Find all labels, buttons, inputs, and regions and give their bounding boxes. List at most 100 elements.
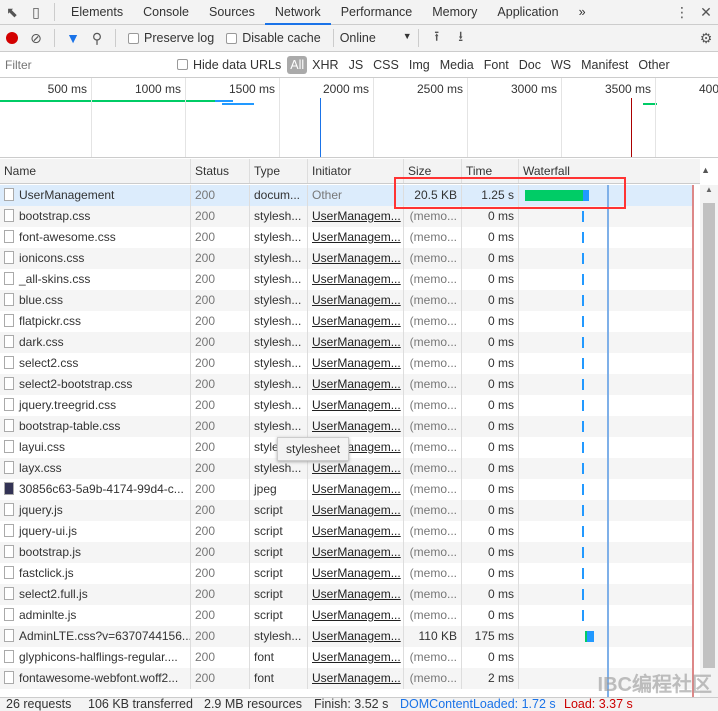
device-toolbar-icon[interactable]: ▯ <box>24 1 48 23</box>
kebab-menu-icon[interactable]: ⋮ <box>670 1 694 23</box>
cell-text[interactable]: UserManagem... <box>312 650 401 664</box>
preserve-log-checkbox[interactable]: Preserve log <box>128 31 214 45</box>
table-row[interactable]: flatpickr.css 200 stylesh... UserManagem...… <box>0 311 693 332</box>
filter-type-ws[interactable]: WS <box>546 58 576 72</box>
column-header-name[interactable]: Name <box>0 159 190 183</box>
cell-text[interactable]: UserManagem... <box>312 566 401 580</box>
cell-text[interactable]: UserManagem... <box>312 356 401 370</box>
filter-type-css[interactable]: CSS <box>368 58 404 72</box>
scrollbar-thumb[interactable] <box>703 203 715 668</box>
column-header-status[interactable]: Status <box>190 159 249 183</box>
table-row[interactable]: select2.full.js 200 script UserManagem... (m… <box>0 584 693 605</box>
filter-type-img[interactable]: Img <box>404 58 435 72</box>
filter-type-xhr[interactable]: XHR <box>307 58 343 72</box>
table-row[interactable]: AdminLTE.css?v=6370744156... 200 stylesh..… <box>0 626 693 647</box>
table-row[interactable]: fontawesome-webfont.woff2... 200 font UserM… <box>0 668 693 689</box>
cell-text[interactable]: UserManagem... <box>312 377 401 391</box>
overview-timeline[interactable]: 500 ms 1000 ms 1500 ms 2000 ms 2500 ms 3000 m… <box>0 78 718 158</box>
column-header-initiator[interactable]: Initiator <box>307 159 403 183</box>
initiator-cell[interactable]: UserManagem... <box>307 647 403 668</box>
initiator-cell[interactable]: UserManagem... <box>307 227 403 248</box>
cell-text[interactable]: UserManagem... <box>312 461 401 475</box>
cell-text[interactable]: UserManagem... <box>312 545 401 559</box>
tab-console[interactable]: Console <box>133 0 199 25</box>
cell-text[interactable]: UserManagem... <box>312 209 401 223</box>
import-har-icon[interactable]: ⭱ <box>425 27 449 49</box>
cell-text[interactable]: UserManagem... <box>312 629 401 643</box>
filter-type-js[interactable]: JS <box>344 58 369 72</box>
initiator-cell[interactable]: UserManagem... <box>307 269 403 290</box>
table-row[interactable]: dark.css 200 stylesh... UserManagem... (memo… <box>0 332 693 353</box>
initiator-cell[interactable]: UserManagem... <box>307 374 403 395</box>
filter-input[interactable] <box>2 54 165 75</box>
table-row[interactable]: 30856c63-5a9b-4174-99d4-c... 200 jpeg UserM… <box>0 479 693 500</box>
cell-text[interactable]: UserManagem... <box>312 335 401 349</box>
table-row[interactable]: bootstrap-table.css 200 stylesh... UserMana… <box>0 416 693 437</box>
table-row[interactable]: jquery.js 200 script UserManagem... (memo...… <box>0 500 693 521</box>
initiator-cell[interactable]: UserManagem... <box>307 353 403 374</box>
inspect-element-icon[interactable]: ⬉ <box>0 1 24 23</box>
table-row[interactable]: jquery-ui.js 200 script UserManagem... (memo… <box>0 521 693 542</box>
initiator-cell[interactable]: UserManagem... <box>307 248 403 269</box>
sort-arrow-icon[interactable]: ▲ <box>701 165 710 175</box>
cell-text[interactable]: UserManagem... <box>312 251 401 265</box>
cell-text[interactable]: UserManagem... <box>312 608 401 622</box>
initiator-cell[interactable]: UserManagem... <box>307 584 403 605</box>
filter-type-doc[interactable]: Doc <box>514 58 546 72</box>
throttle-select[interactable]: Online ▼ <box>340 31 412 45</box>
initiator-cell[interactable]: UserManagem... <box>307 395 403 416</box>
initiator-cell[interactable]: UserManagem... <box>307 311 403 332</box>
table-row[interactable]: _all-skins.css 200 stylesh... UserManagem..… <box>0 269 693 290</box>
filter-type-font[interactable]: Font <box>479 58 514 72</box>
tab-elements[interactable]: Elements <box>61 0 133 25</box>
tab-application[interactable]: Application <box>487 0 568 25</box>
tab-memory[interactable]: Memory <box>422 0 487 25</box>
initiator-cell[interactable]: UserManagem... <box>307 206 403 227</box>
disable-cache-checkbox[interactable]: Disable cache <box>226 31 321 45</box>
hide-data-urls-checkbox[interactable]: Hide data URLs <box>177 58 281 72</box>
table-row[interactable]: bootstrap.css 200 stylesh... UserManagem...… <box>0 206 693 227</box>
initiator-cell[interactable]: UserManagem... <box>307 542 403 563</box>
scrollbar[interactable]: ▲ <box>700 185 718 697</box>
search-icon[interactable]: ⚲ <box>85 27 109 49</box>
export-har-icon[interactable]: ⭳ <box>449 27 473 49</box>
table-row[interactable]: bootstrap.js 200 script UserManagem... (memo… <box>0 542 693 563</box>
cell-text[interactable]: UserManagem... <box>312 398 401 412</box>
record-icon[interactable] <box>0 27 24 49</box>
clear-icon[interactable]: ⊘ <box>24 27 48 49</box>
table-row[interactable]: font-awesome.css 200 stylesh... UserManagem… <box>0 227 693 248</box>
settings-gear-icon[interactable]: ⚙ <box>694 27 718 49</box>
filter-type-media[interactable]: Media <box>435 58 479 72</box>
table-row[interactable]: select2-bootstrap.css 200 stylesh... UserMa… <box>0 374 693 395</box>
initiator-cell[interactable]: UserManagem... <box>307 521 403 542</box>
table-row[interactable]: ionicons.css 200 stylesh... UserManagem... (… <box>0 248 693 269</box>
cell-text[interactable]: UserManagem... <box>312 293 401 307</box>
tab-network[interactable]: Network <box>264 0 331 25</box>
cell-text[interactable]: UserManagem... <box>312 503 401 517</box>
initiator-cell[interactable]: UserManagem... <box>307 605 403 626</box>
filter-type-all[interactable]: All <box>287 55 308 74</box>
filter-type-manifest[interactable]: Manifest <box>576 58 633 72</box>
initiator-cell[interactable]: UserManagem... <box>307 479 403 500</box>
filter-type-other[interactable]: Other <box>633 58 674 72</box>
tab-sources[interactable]: Sources <box>199 0 265 25</box>
initiator-cell[interactable]: UserManagem... <box>307 626 403 647</box>
cell-text[interactable]: UserManagem... <box>312 272 401 286</box>
more-tabs-button[interactable]: » <box>569 0 596 25</box>
cell-text[interactable]: UserManagem... <box>312 482 401 496</box>
filter-icon[interactable]: ▼ <box>61 27 85 49</box>
initiator-cell[interactable]: UserManagem... <box>307 416 403 437</box>
tab-performance[interactable]: Performance <box>331 0 423 25</box>
cell-text[interactable]: UserManagem... <box>312 671 401 685</box>
cell-text[interactable]: UserManagem... <box>312 314 401 328</box>
initiator-cell[interactable]: UserManagem... <box>307 458 403 479</box>
cell-text[interactable]: UserManagem... <box>312 587 401 601</box>
table-row[interactable]: adminlte.js 200 script UserManagem... (memo.… <box>0 605 693 626</box>
cell-text[interactable]: UserManagem... <box>312 230 401 244</box>
cell-text[interactable]: UserManagem... <box>312 419 401 433</box>
cell-text[interactable]: UserManagem... <box>312 524 401 538</box>
initiator-cell[interactable]: UserManagem... <box>307 500 403 521</box>
column-header-type[interactable]: Type <box>249 159 307 183</box>
initiator-cell[interactable]: UserManagem... <box>307 290 403 311</box>
initiator-cell[interactable]: UserManagem... <box>307 332 403 353</box>
